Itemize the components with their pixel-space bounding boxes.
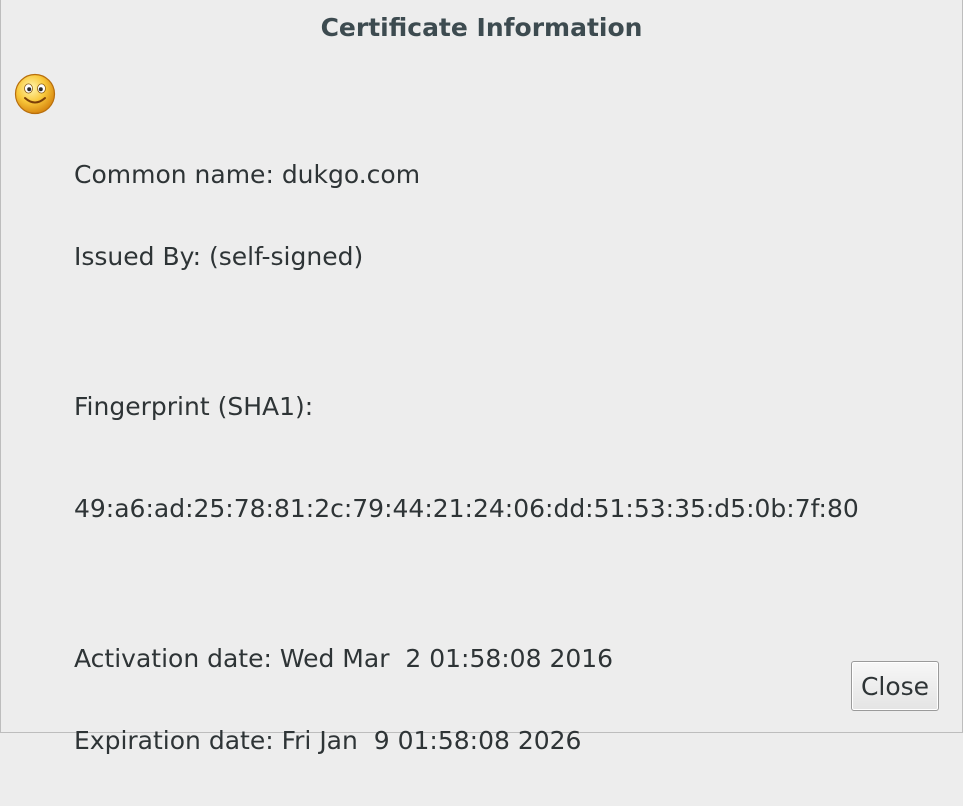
close-button[interactable]: Close [851,661,939,711]
certificate-dialog: Certificate Information Common name: duk… [0,0,963,755]
expiration-date: Expiration date: Fri Jan 9 01:58:08 2026 [74,726,582,755]
fingerprint-block: Fingerprint (SHA1): 49:a6:ad:25:78:81:2c… [74,322,954,594]
smiley-face-icon [14,73,56,115]
certificate-details: Common name: dukgo.com Issued By: (self-… [74,158,954,806]
fingerprint-label: Fingerprint (SHA1): [74,392,314,421]
issued-by: Issued By: (self-signed) [74,242,364,271]
common-name: Common name: dukgo.com [74,160,421,189]
dialog-title: Certificate Information [320,13,643,42]
activation-date: Activation date: Wed Mar 2 01:58:08 2016 [74,644,614,673]
fingerprint-value: 49:a6:ad:25:78:81:2c:79:44:21:24:06:dd:5… [74,494,859,523]
